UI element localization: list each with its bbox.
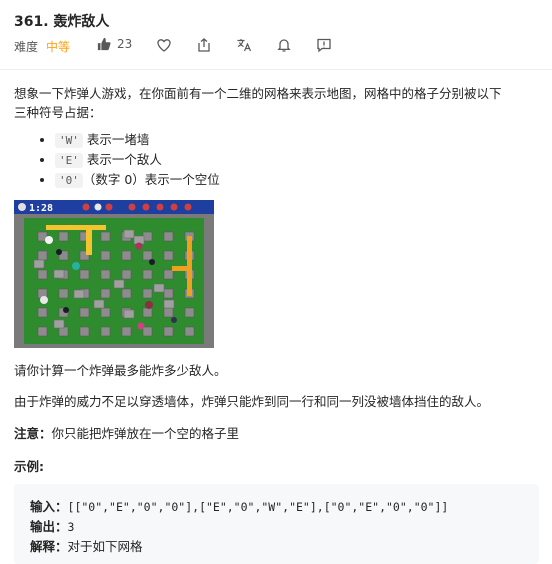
- symbol-desc: 表示一堵墙: [82, 132, 150, 147]
- explain-value: 对于如下网格: [67, 539, 143, 554]
- thumbs-up-icon: [97, 37, 111, 51]
- output-label: 输出：: [30, 519, 68, 534]
- example-heading: 示例:: [14, 459, 44, 474]
- game-timer: 1:28: [29, 203, 53, 214]
- list-item: '0'（数字 0）表示一个空位: [55, 170, 220, 190]
- intro-line-1: 想象一下炸弹人游戏，在你面前有一个二维的网格来表示地图，网格中的格子分别被以下: [14, 86, 502, 101]
- input-value: [["0","E","0","0"],["E","0","W","E"],["0…: [67, 500, 449, 514]
- example-output: 输出：3: [30, 518, 74, 536]
- bomberman-game-image: 1:28: [14, 200, 214, 348]
- question-text: 请你计算一个炸弹最多能炸多少敌人。: [14, 363, 227, 378]
- heart-icon[interactable]: [156, 37, 172, 53]
- rule-text: 由于炸弹的威力不足以穿透墙体，炸弹只能炸到同一行和同一列没被墙体挡住的敌人。: [14, 394, 490, 409]
- like-button[interactable]: 23: [97, 37, 132, 51]
- symbol-code: 'E': [55, 153, 83, 168]
- translate-icon[interactable]: [236, 37, 252, 53]
- output-value: 3: [67, 520, 75, 534]
- example-block: 输入：[["0","E","0","0"],["E","0","W","E"],…: [14, 484, 539, 564]
- problem-title: 361. 轰炸敌人: [14, 14, 110, 30]
- note-text: 你只能把炸弹放在一个空的格子里: [51, 426, 240, 441]
- input-label: 输入：: [30, 499, 68, 514]
- like-count: 23: [117, 37, 133, 51]
- explain-label: 解释：: [30, 539, 68, 554]
- note: 注意：你只能把炸弹放在一个空的格子里: [14, 424, 239, 443]
- header-divider: [0, 69, 552, 70]
- difficulty-badge: 中等: [46, 39, 71, 54]
- example-input: 输入：[["0","E","0","0"],["E","0","W","E"],…: [30, 498, 448, 516]
- list-item: 'E' 表示一个敌人: [55, 150, 220, 170]
- difficulty-row: 难度 中等: [14, 38, 70, 54]
- note-label: 注意：: [14, 426, 52, 441]
- share-icon[interactable]: [196, 37, 212, 53]
- symbol-code: '0': [55, 173, 83, 188]
- list-item: 'W' 表示一堵墙: [55, 130, 220, 150]
- symbol-desc: 表示一个敌人: [82, 152, 162, 167]
- example-explanation: 解释：对于如下网格: [30, 538, 143, 556]
- intro-line-2: 三种符号占据：: [14, 105, 102, 120]
- symbol-list: 'W' 表示一堵墙 'E' 表示一个敌人 '0'（数字 0）表示一个空位: [14, 130, 220, 190]
- symbol-code: 'W': [55, 133, 83, 148]
- symbol-desc: （数字 0）表示一个空位: [82, 172, 220, 187]
- difficulty-label: 难度: [14, 39, 39, 54]
- feedback-icon[interactable]: [316, 37, 332, 53]
- bell-icon[interactable]: [276, 37, 292, 53]
